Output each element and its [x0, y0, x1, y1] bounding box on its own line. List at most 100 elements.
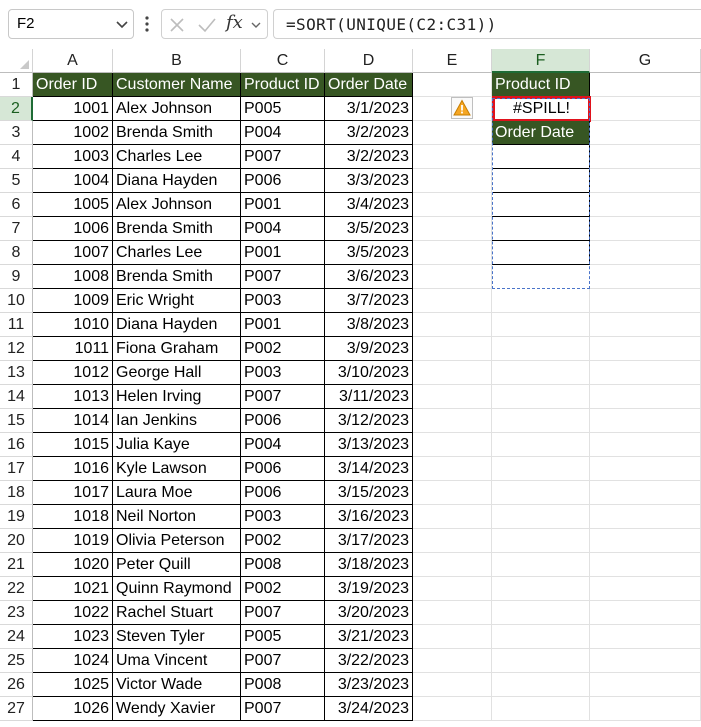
- table-cell[interactable]: P004: [241, 121, 325, 145]
- table-cell[interactable]: P007: [241, 265, 325, 289]
- table-cell[interactable]: 1015: [33, 433, 113, 457]
- cell[interactable]: [413, 697, 492, 721]
- table-cell[interactable]: P003: [241, 505, 325, 529]
- table-cell[interactable]: P001: [241, 193, 325, 217]
- table-cell[interactable]: P008: [241, 553, 325, 577]
- table-cell[interactable]: 3/9/2023: [325, 337, 413, 361]
- table-cell[interactable]: P005: [241, 97, 325, 121]
- cell[interactable]: [492, 505, 590, 529]
- table-cell[interactable]: 3/24/2023: [325, 697, 413, 721]
- cell[interactable]: [413, 121, 492, 145]
- column-header-c[interactable]: C: [241, 49, 325, 73]
- row-header-6[interactable]: 6: [0, 193, 33, 217]
- column-header-g[interactable]: G: [590, 49, 701, 73]
- row-header-24[interactable]: 24: [0, 625, 33, 649]
- column-header-f[interactable]: F: [492, 49, 590, 73]
- cell[interactable]: [413, 241, 492, 265]
- table-cell[interactable]: P001: [241, 241, 325, 265]
- table-cell[interactable]: Olivia Peterson: [113, 529, 241, 553]
- cell[interactable]: [590, 73, 701, 97]
- cell[interactable]: [413, 673, 492, 697]
- cell[interactable]: [413, 337, 492, 361]
- cell[interactable]: [590, 313, 701, 337]
- table-cell[interactable]: 3/7/2023: [325, 289, 413, 313]
- table-cell[interactable]: P001: [241, 313, 325, 337]
- cell[interactable]: [590, 529, 701, 553]
- table-cell[interactable]: P007: [241, 385, 325, 409]
- table-cell[interactable]: 1004: [33, 169, 113, 193]
- table-cell[interactable]: George Hall: [113, 361, 241, 385]
- cell[interactable]: [413, 193, 492, 217]
- cell[interactable]: [492, 649, 590, 673]
- name-box[interactable]: F2: [8, 9, 134, 39]
- table-cell[interactable]: Uma Vincent: [113, 649, 241, 673]
- cell[interactable]: [492, 337, 590, 361]
- cell[interactable]: [492, 361, 590, 385]
- cell[interactable]: [492, 577, 590, 601]
- column-header-b[interactable]: B: [113, 49, 241, 73]
- table-cell[interactable]: P005: [241, 625, 325, 649]
- cell[interactable]: [413, 73, 492, 97]
- table-cell[interactable]: Helen Irving: [113, 385, 241, 409]
- cell[interactable]: [413, 553, 492, 577]
- fx-icon[interactable]: fx: [226, 12, 243, 33]
- cell[interactable]: [492, 553, 590, 577]
- table-cell[interactable]: 3/1/2023: [325, 97, 413, 121]
- table-cell[interactable]: Alex Johnson: [113, 97, 241, 121]
- table-cell[interactable]: Diana Hayden: [113, 313, 241, 337]
- table-cell[interactable]: 3/16/2023: [325, 505, 413, 529]
- header-customer-name[interactable]: Customer Name: [113, 73, 241, 97]
- cell[interactable]: [413, 577, 492, 601]
- cell[interactable]: [413, 313, 492, 337]
- cell[interactable]: [492, 673, 590, 697]
- cell[interactable]: [413, 505, 492, 529]
- cell[interactable]: [590, 697, 701, 721]
- table-cell[interactable]: 3/8/2023: [325, 313, 413, 337]
- cell[interactable]: [492, 601, 590, 625]
- spill-error-cell[interactable]: #SPILL!: [492, 96, 591, 122]
- cell[interactable]: [413, 409, 492, 433]
- cell[interactable]: [590, 169, 701, 193]
- cell[interactable]: [413, 361, 492, 385]
- table-cell[interactable]: P006: [241, 457, 325, 481]
- cell[interactable]: [590, 289, 701, 313]
- chevron-down-icon[interactable]: [115, 17, 129, 36]
- spill-range-cell[interactable]: [492, 217, 590, 241]
- header-order-date[interactable]: Order Date: [325, 73, 413, 97]
- cell[interactable]: [492, 433, 590, 457]
- cell[interactable]: [413, 457, 492, 481]
- table-cell[interactable]: Ian Jenkins: [113, 409, 241, 433]
- table-cell[interactable]: P006: [241, 409, 325, 433]
- row-header-9[interactable]: 9: [0, 265, 33, 289]
- name-box-value[interactable]: F2: [17, 15, 35, 32]
- row-header-5[interactable]: 5: [0, 169, 33, 193]
- column-header-a[interactable]: A: [33, 49, 113, 73]
- row-header-8[interactable]: 8: [0, 241, 33, 265]
- cell[interactable]: [413, 601, 492, 625]
- cell[interactable]: [590, 553, 701, 577]
- cell[interactable]: [590, 193, 701, 217]
- row-header-12[interactable]: 12: [0, 337, 33, 361]
- check-icon[interactable]: [197, 16, 217, 39]
- cell[interactable]: [492, 625, 590, 649]
- cell[interactable]: [492, 385, 590, 409]
- table-cell[interactable]: Alex Johnson: [113, 193, 241, 217]
- table-cell[interactable]: 1023: [33, 625, 113, 649]
- table-cell[interactable]: 1018: [33, 505, 113, 529]
- table-cell[interactable]: 3/22/2023: [325, 649, 413, 673]
- table-cell[interactable]: 1026: [33, 697, 113, 721]
- cell[interactable]: [590, 601, 701, 625]
- chevron-down-icon[interactable]: [250, 18, 262, 36]
- table-cell[interactable]: P007: [241, 697, 325, 721]
- table-cell[interactable]: 3/5/2023: [325, 241, 413, 265]
- table-cell[interactable]: 3/4/2023: [325, 193, 413, 217]
- table-cell[interactable]: 3/10/2023: [325, 361, 413, 385]
- cell[interactable]: [590, 217, 701, 241]
- spill-range-cell[interactable]: [492, 193, 590, 217]
- table-cell[interactable]: P003: [241, 361, 325, 385]
- table-cell[interactable]: 1012: [33, 361, 113, 385]
- cell[interactable]: [413, 385, 492, 409]
- cell[interactable]: [590, 481, 701, 505]
- row-header-15[interactable]: 15: [0, 409, 33, 433]
- spill-range-cell[interactable]: [492, 169, 590, 193]
